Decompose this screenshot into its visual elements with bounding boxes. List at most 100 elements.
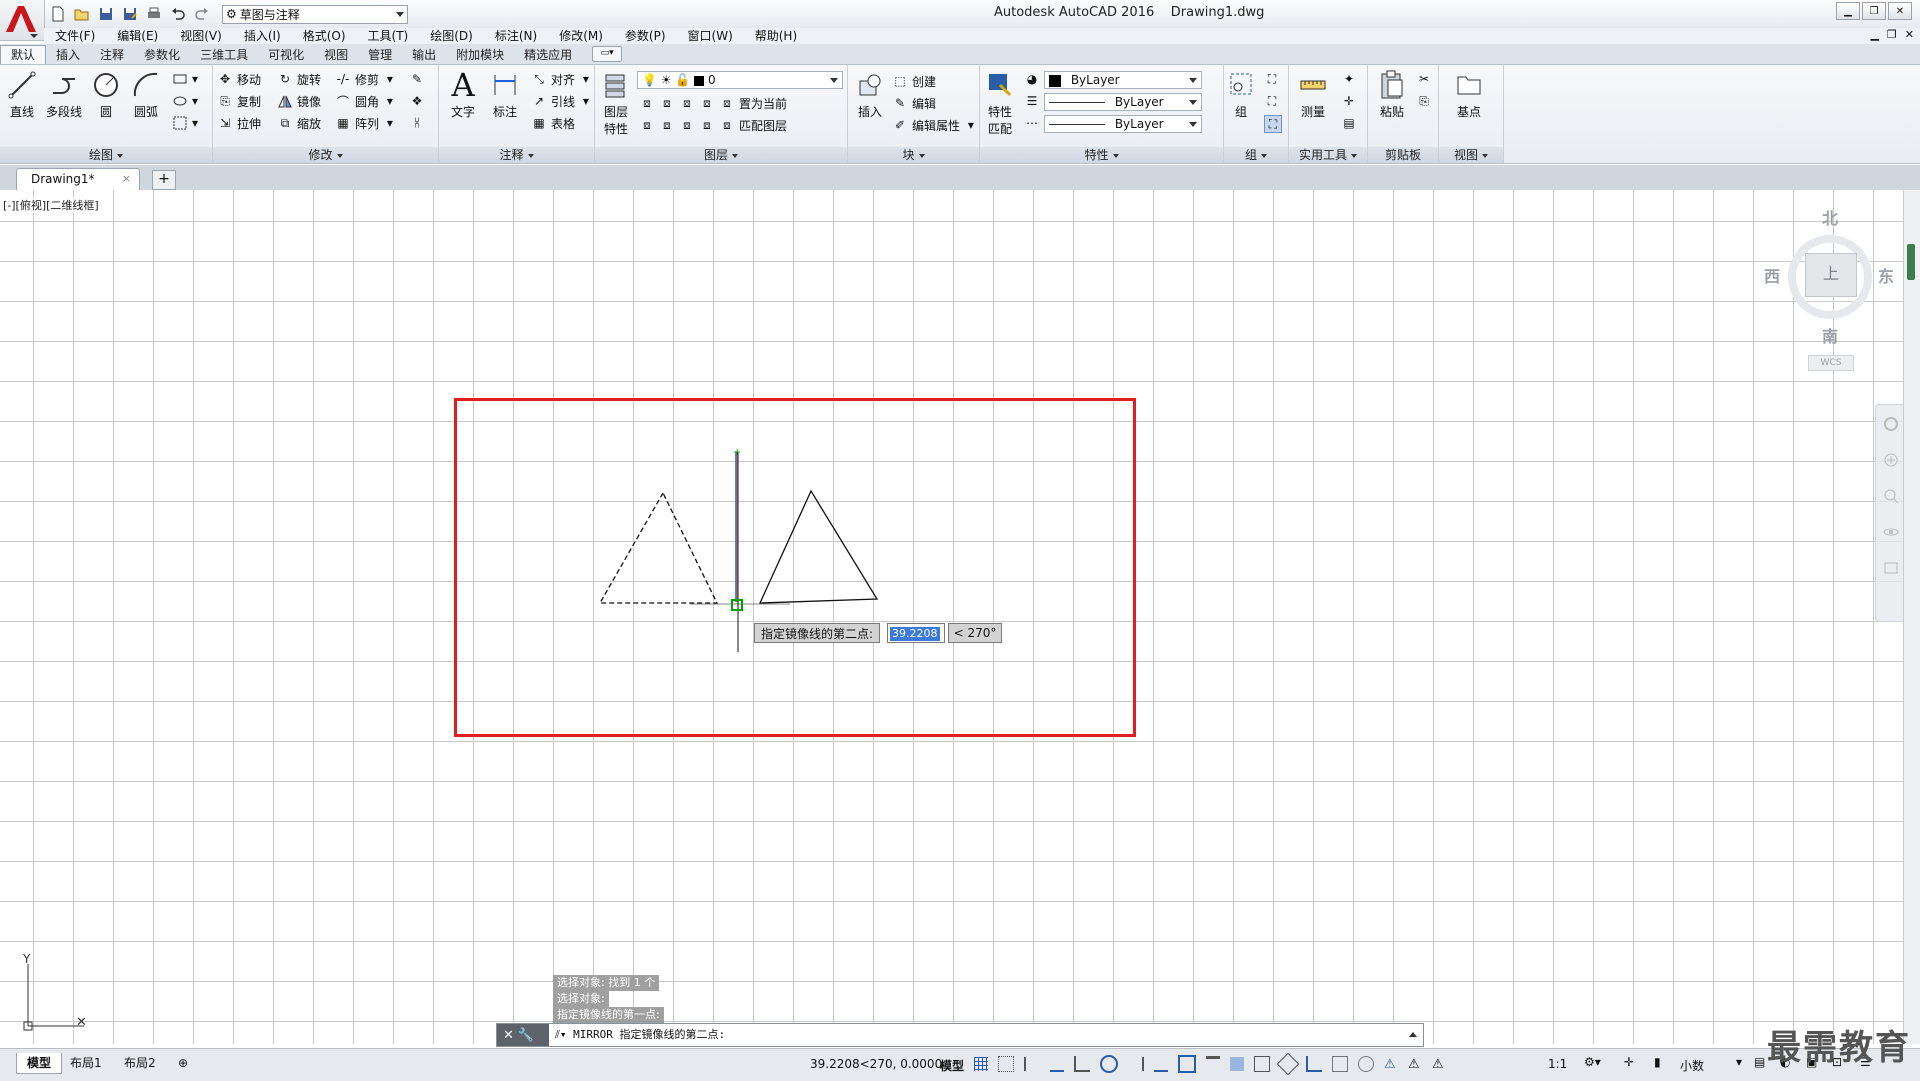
annotation-scale-icon[interactable]: ⚠ — [1432, 1057, 1446, 1072]
menu-file[interactable]: 文件(F) — [44, 28, 106, 44]
ellipse-tool[interactable]: ▾ — [172, 91, 198, 111]
layer-off-icon[interactable]: ⧈ — [639, 95, 655, 111]
model-space-toggle[interactable]: 模型 — [940, 1057, 964, 1074]
scrollbar-thumb[interactable] — [1907, 244, 1915, 280]
dynamic-input-field[interactable]: 39.2208 — [887, 623, 945, 643]
group-select-icon[interactable]: ⛶ — [1264, 115, 1282, 133]
layout-tab-layout1[interactable]: 布局1 — [60, 1053, 112, 1073]
menu-modify[interactable]: 修改(M) — [548, 28, 614, 44]
menu-view[interactable]: 视图(V) — [169, 28, 233, 44]
layer-thaw-icon[interactable]: ⧈ — [679, 117, 695, 133]
annotation-monitor-icon[interactable]: ✛ — [1624, 1055, 1634, 1069]
layout-tab-model[interactable]: 模型 — [16, 1053, 63, 1074]
cut-icon[interactable]: ✂ — [1416, 71, 1432, 87]
panel-draw-title[interactable]: 绘图 — [0, 147, 212, 163]
lineweight-select[interactable]: ByLayer — [1044, 115, 1202, 133]
dynamic-input-angle[interactable]: < 270° — [948, 623, 1002, 643]
group-edit-icon[interactable]: ⛶ — [1264, 93, 1280, 109]
doc-restore-icon[interactable]: ❐ — [1887, 28, 1897, 41]
trim-tool[interactable]: -/- 修剪 ▾ — [335, 69, 393, 89]
stretch-tool[interactable]: ⇲ 拉伸 — [217, 113, 261, 133]
panel-groups-title[interactable]: 组 — [1224, 147, 1288, 163]
open-file-icon[interactable] — [72, 4, 92, 24]
edit-block-tool[interactable]: ✎ 编辑 — [892, 93, 936, 113]
menu-help[interactable]: 帮助(H) — [744, 28, 808, 44]
tab-visualize[interactable]: 可视化 — [258, 46, 314, 64]
transparency-icon[interactable] — [1230, 1057, 1244, 1071]
layer-on-icon[interactable]: ⧈ — [639, 117, 655, 133]
tab-manage[interactable]: 管理 — [358, 46, 402, 64]
panel-block-title[interactable]: 块 — [848, 147, 979, 163]
circle-button[interactable]: 圆 — [86, 69, 126, 120]
tab-addins[interactable]: 附加模块 — [446, 46, 514, 64]
copy-clip-icon[interactable]: ⎘ — [1416, 93, 1432, 109]
save-as-icon[interactable] — [120, 4, 140, 24]
dimension-button[interactable]: 标注 — [485, 69, 525, 120]
showmotion-icon[interactable] — [1882, 559, 1900, 577]
chevron-up-icon[interactable] — [1409, 1032, 1417, 1037]
menu-parametric[interactable]: 参数(P) — [614, 28, 677, 44]
move-tool[interactable]: ✥ 移动 — [217, 69, 261, 89]
wcs-menu[interactable]: WCS — [1808, 355, 1854, 371]
ungroup-icon[interactable]: ⛶ — [1264, 71, 1280, 87]
infer-constraints-icon[interactable] — [1024, 1057, 1040, 1071]
menu-insert[interactable]: 插入(I) — [233, 28, 292, 44]
auto-scale-icon[interactable]: ⚠ — [1408, 1057, 1422, 1072]
command-line[interactable]: ✕ 🔧 ⫽▾ MIRROR 指定镜像线的第二点: — [496, 1023, 1424, 1047]
set-current-button[interactable]: 置为当前 — [739, 95, 787, 112]
3d-object-snap-icon[interactable] — [1276, 1052, 1300, 1076]
new-tab-button[interactable]: + — [152, 170, 176, 190]
mirror-tool[interactable]: 镜像 — [277, 91, 321, 111]
panel-utilities-title[interactable]: 实用工具 — [1289, 147, 1367, 163]
menu-tools[interactable]: 工具(T) — [357, 28, 420, 44]
close-tab-icon[interactable]: × — [122, 169, 131, 189]
menu-dimension[interactable]: 标注(N) — [484, 28, 548, 44]
polyline-button[interactable]: 多段线 — [42, 69, 86, 120]
viewcube-north[interactable]: 北 — [1822, 205, 1838, 229]
viewcube-west[interactable]: 西 — [1764, 263, 1780, 287]
panel-annotation-title[interactable]: 注释 — [439, 147, 594, 163]
dynamic-ucs-icon[interactable] — [1306, 1056, 1322, 1072]
zoom-extents-icon[interactable] — [1882, 487, 1900, 505]
paste-button[interactable]: 粘贴 — [1372, 69, 1412, 120]
explode-tool[interactable]: ❖ — [409, 91, 425, 111]
object-snap-icon[interactable] — [1178, 1055, 1196, 1073]
group-button[interactable]: 组 — [1226, 69, 1256, 120]
panel-modify-title[interactable]: 修改 — [213, 147, 438, 163]
viewcube-east[interactable]: 东 — [1878, 263, 1894, 287]
dynamic-input-icon[interactable] — [1050, 1056, 1064, 1072]
layer-lock-icon[interactable]: ⧈ — [699, 95, 715, 111]
command-line-text[interactable]: ⫽▾ MIRROR 指定镜像线的第二点: — [555, 1024, 725, 1046]
tab-output[interactable]: 输出 — [402, 46, 446, 64]
erase-tool[interactable]: ✎ — [409, 69, 425, 89]
doc-close-icon[interactable]: ✕ — [1905, 28, 1914, 41]
arc-button[interactable]: 圆弧 — [126, 69, 166, 120]
text-button[interactable]: A 文字 — [443, 66, 483, 120]
viewcube-top-face[interactable]: 上 — [1805, 253, 1857, 297]
quick-properties-icon[interactable]: ▾ — [1736, 1055, 1742, 1069]
restore-icon[interactable]: ❐ — [1862, 2, 1886, 20]
coordinate-readout[interactable]: 39.2208<270, 0.0000 — [810, 1057, 942, 1071]
ribbon-toggle-button[interactable]: ▭▾ — [592, 46, 623, 62]
vertical-scrollbar[interactable] — [1903, 190, 1920, 1044]
units-select[interactable]: 小数 — [1680, 1057, 1704, 1074]
redo-icon[interactable] — [192, 4, 212, 24]
steering-wheel-icon[interactable] — [1882, 415, 1900, 433]
line-button[interactable]: 直线 — [2, 69, 42, 120]
lock-ui-icon[interactable]: ▤ — [1754, 1055, 1765, 1069]
table-tool[interactable]: ▦ 表格 — [531, 113, 575, 133]
base-view-button[interactable]: 基点 — [1449, 69, 1489, 120]
layout-tab-layout2[interactable]: 布局2 — [114, 1053, 166, 1073]
viewcube[interactable]: 北 南 西 东 上 WCS — [1764, 205, 1894, 385]
calculator-icon[interactable]: ▤ — [1341, 115, 1357, 131]
array-tool[interactable]: ▦ 阵列 ▾ — [335, 113, 393, 133]
layer-unlock-icon[interactable]: ⧈ — [699, 117, 715, 133]
layer-unisolate-icon[interactable]: ⧈ — [659, 117, 675, 133]
tab-featured-apps[interactable]: 精选应用 — [514, 46, 582, 64]
align-tool[interactable]: ⤡ 对齐 ▾ — [531, 69, 589, 89]
quick-select-icon[interactable]: ✦ — [1341, 71, 1357, 87]
polar-tracking-icon[interactable] — [1100, 1055, 1118, 1073]
menu-draw[interactable]: 绘图(D) — [419, 28, 484, 44]
save-icon[interactable] — [96, 4, 116, 24]
match-layer-button[interactable]: 匹配图层 — [739, 117, 787, 134]
